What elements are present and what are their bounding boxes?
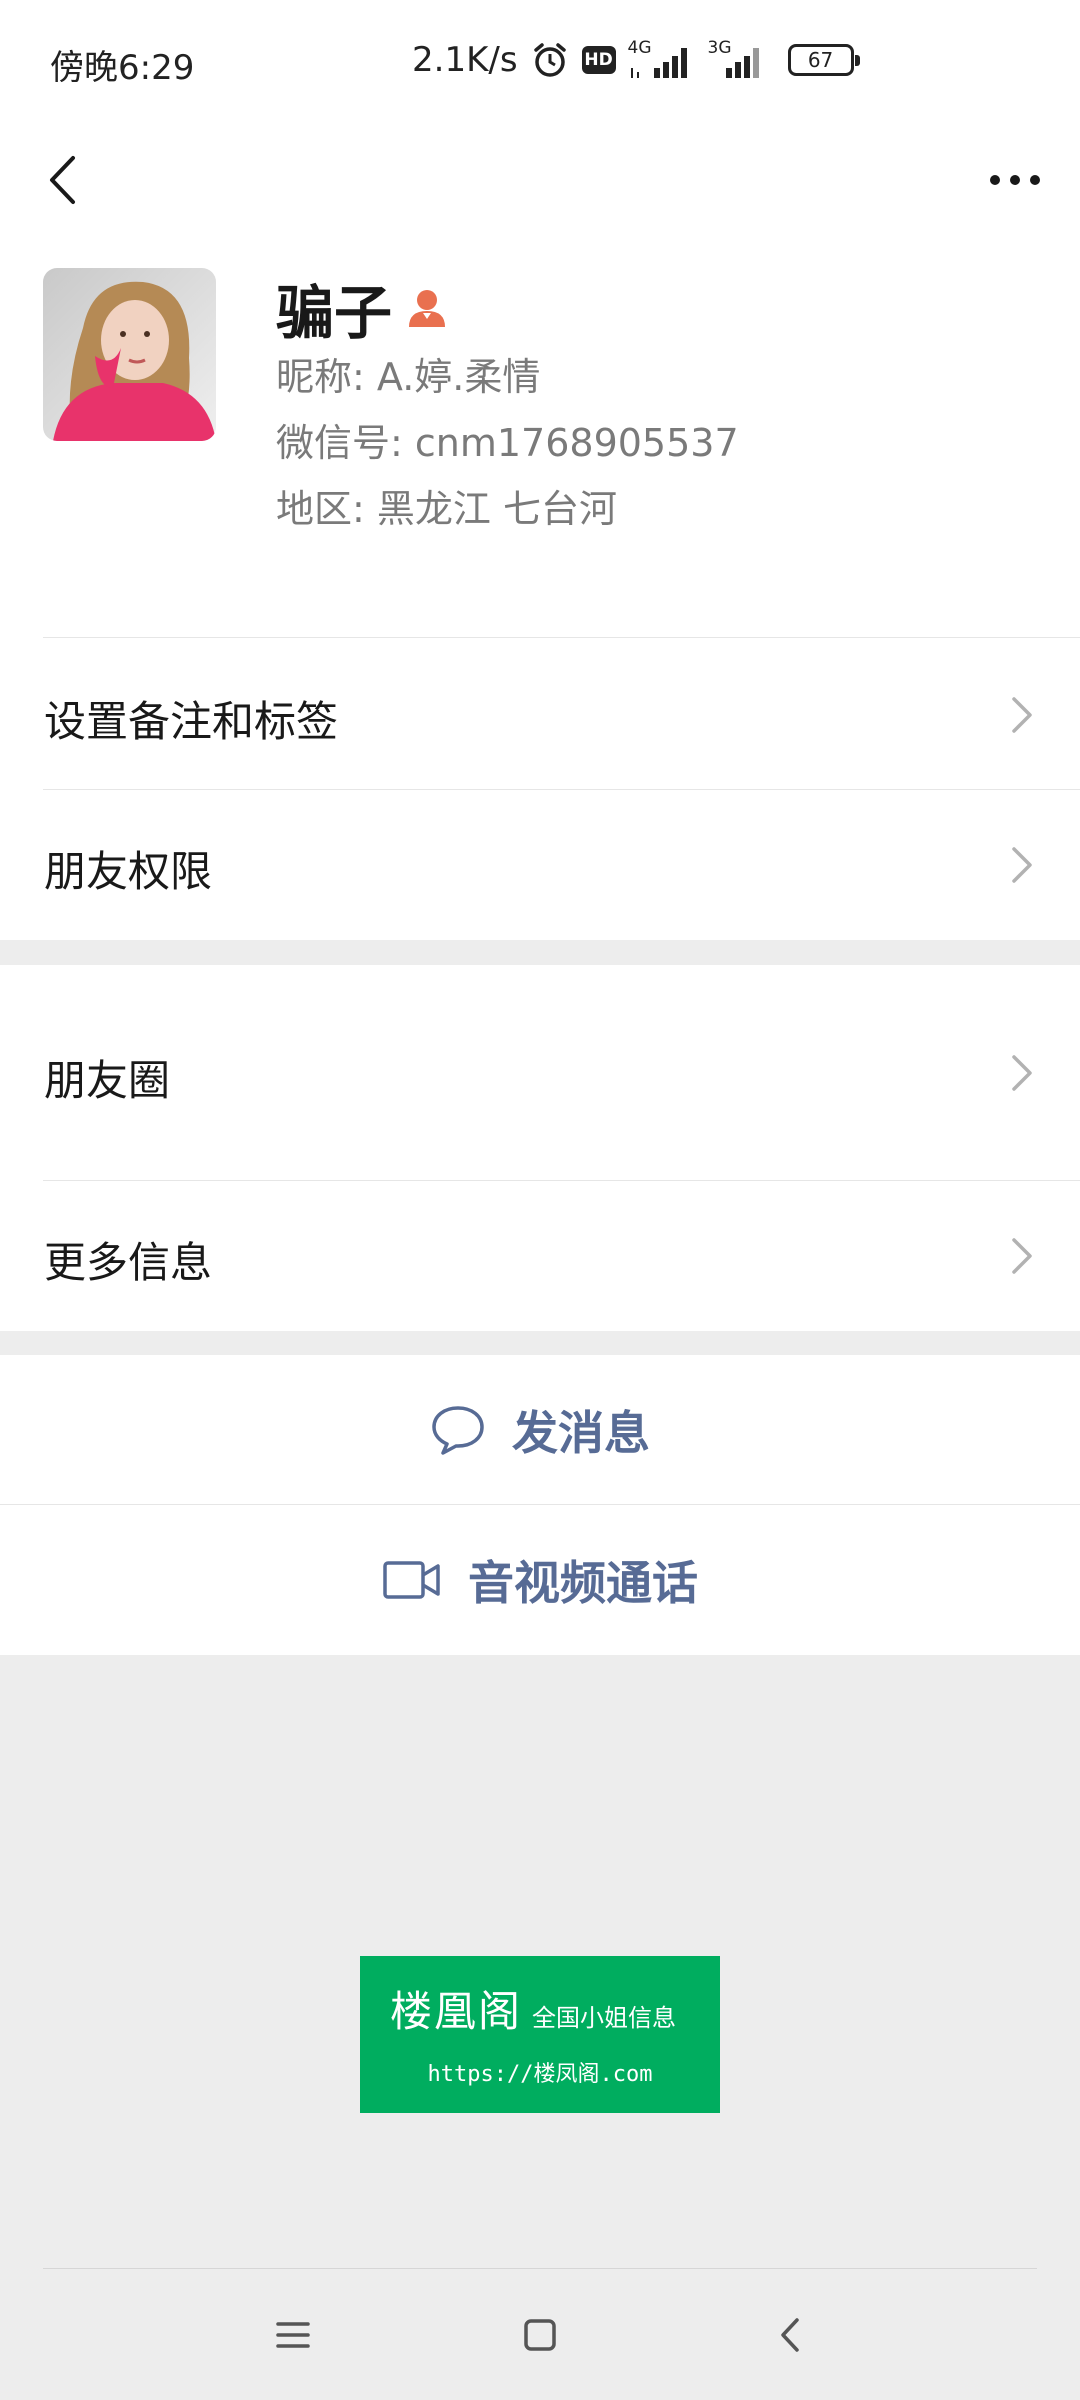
avatar[interactable] [43, 268, 216, 441]
signal-4g-icon: 4G [628, 38, 696, 82]
menu-icon [276, 2322, 310, 2348]
wechat-id-text: 微信号: cnm1768905537 [276, 421, 739, 465]
moments-label: 朋友圈 [44, 1056, 171, 1105]
signal-3g-icon: 3G [708, 38, 776, 82]
video-call-button[interactable]: 音视频通话 [0, 1505, 1080, 1655]
more-info-label: 更多信息 [44, 1238, 213, 1287]
chevron-right-icon [1012, 1238, 1032, 1274]
more-dots-icon [990, 175, 1040, 185]
send-message-label: 发消息 [512, 1406, 650, 1460]
nav-bar [0, 130, 1080, 240]
moments-item[interactable]: 朋友圈 [0, 965, 1080, 1181]
battery-icon: 67 [787, 44, 860, 76]
status-time: 傍晚6:29 [50, 48, 195, 88]
divider [43, 637, 1080, 638]
friend-permissions-label: 朋友权限 [44, 847, 213, 896]
home-button[interactable] [505, 2300, 575, 2370]
send-message-button[interactable]: 发消息 [0, 1355, 1080, 1505]
system-nav-bar [0, 2270, 1080, 2400]
back-triangle-icon [781, 2318, 799, 2352]
chevron-right-icon [1012, 1055, 1032, 1091]
nickname-text: 昵称: A.婷.柔情 [276, 355, 541, 399]
video-call-label: 音视频通话 [468, 1556, 698, 1610]
video-camera-icon [383, 1561, 440, 1599]
watermark-url: https://楼凤阁.com [427, 2062, 653, 2087]
system-back-button[interactable] [755, 2300, 825, 2370]
name-row: 骗子 [276, 272, 739, 347]
region-text: 地区: 黑龙江 七台河 [276, 487, 617, 531]
status-bar: 傍晚6:29 2.1K/s HD 4G 3G 67 [0, 0, 1080, 130]
contact-name: 骗子 [276, 279, 393, 347]
network-speed: 2.1K/s [412, 40, 518, 80]
hd-badge: HD [581, 46, 616, 74]
status-indicators: 2.1K/s HD 4G 3G 67 [412, 38, 860, 82]
profile-header: 骗子 昵称: A.婷.柔情 微信号: cnm1768905537 地区: 黑龙江… [0, 240, 1080, 640]
watermark-banner: 楼凰阁 全国小姐信息 https://楼凤阁.com [360, 1956, 720, 2113]
female-icon [409, 290, 446, 327]
chat-bubble-icon [432, 1406, 484, 1455]
divider [43, 2268, 1037, 2269]
profile-info: 骗子 昵称: A.婷.柔情 微信号: cnm1768905537 地区: 黑龙江… [276, 272, 739, 542]
watermark-subtitle: 全国小姐信息 [532, 2004, 677, 2032]
remark-tags-label: 设置备注和标签 [44, 697, 339, 746]
home-square-icon [524, 2319, 556, 2351]
chevron-right-icon [1012, 847, 1032, 883]
more-info-item[interactable]: 更多信息 [0, 1181, 1080, 1331]
friend-permissions-item[interactable]: 朋友权限 [0, 790, 1080, 940]
recent-apps-button[interactable] [258, 2300, 328, 2370]
chevron-right-icon [1012, 697, 1032, 733]
alarm-icon [533, 43, 566, 77]
remark-tags-item[interactable]: 设置备注和标签 [0, 640, 1080, 790]
chevron-left-icon [50, 156, 75, 204]
back-button[interactable] [32, 130, 92, 230]
watermark-title: 楼凰阁 [390, 1987, 523, 2036]
more-button[interactable] [980, 130, 1050, 230]
